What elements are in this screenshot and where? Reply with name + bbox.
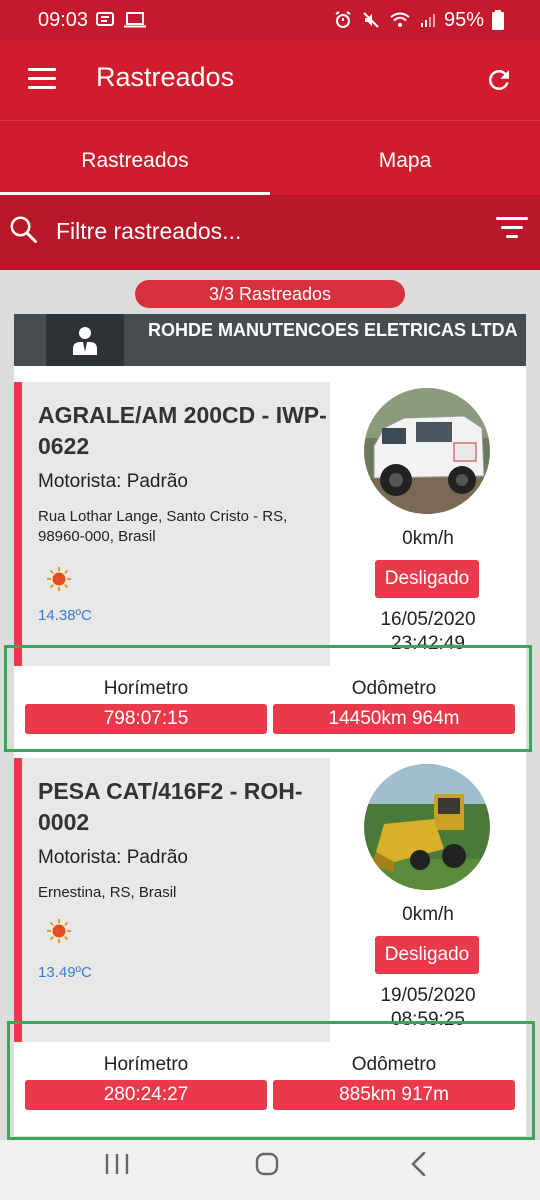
refresh-icon[interactable] — [484, 65, 514, 95]
vehicle-driver: Motorista: Padrão — [38, 471, 188, 492]
battery-icon — [492, 10, 504, 30]
vehicle-driver: Motorista: Padrão — [38, 847, 188, 868]
status-bar-left: 09:03 — [38, 8, 147, 32]
wifi-icon — [390, 12, 410, 27]
vehicle-photo — [364, 388, 490, 514]
status-time: 09:03 — [38, 8, 89, 31]
highlight-box — [7, 1021, 535, 1140]
tab-rastreados[interactable]: Rastreados — [0, 121, 270, 196]
vehicle-speed: 0km/h — [402, 904, 454, 925]
vehicle-status-badge: Desligado — [375, 560, 479, 598]
vehicle-address: Rua Lothar Lange, Santo Cristo - RS, 989… — [38, 508, 288, 545]
notification-icons — [96, 12, 147, 28]
search-bar — [0, 195, 540, 270]
vehicle-title: AGRALE/AM 200CD - IWP-0622 — [38, 402, 327, 459]
group-name: ROHDE MANUTENCOES ELETRICAS LTDA — [148, 320, 518, 340]
status-bar-right: 95% — [334, 9, 504, 32]
vehicle-info-panel: PESA CAT/416F2 - ROH-0002 Motorista: Pad… — [14, 758, 330, 1042]
vehicle-address: Ernestina, RS, Brasil — [38, 884, 177, 901]
vehicle-temperature: 14.38ºC — [38, 607, 92, 624]
battery-level: 95% — [443, 8, 484, 31]
back-icon[interactable] — [408, 1151, 430, 1177]
filter-icon[interactable] — [496, 217, 528, 243]
sun-icon — [47, 919, 71, 943]
system-nav-bar — [0, 1140, 540, 1200]
app-bar: Rastreados — [0, 40, 540, 120]
vehicle-temperature: 13.49ºC — [38, 964, 92, 981]
search-input[interactable] — [54, 213, 458, 249]
message-icon — [96, 12, 115, 26]
sun-icon — [47, 567, 71, 591]
vehicle-status-badge: Desligado — [375, 936, 479, 974]
page-title: Rastreados — [96, 62, 235, 92]
recent-apps-icon[interactable] — [104, 1153, 130, 1175]
tab-bar: Rastreados Mapa — [0, 120, 540, 196]
laptop-icon — [124, 12, 147, 28]
highlight-box — [4, 645, 532, 752]
vehicle-date: 16/05/2020 — [380, 609, 476, 630]
group-header[interactable]: ROHDE MANUTENCOES ELETRICAS LTDA — [14, 314, 526, 366]
signal-icon — [420, 14, 435, 27]
system-icons — [334, 11, 436, 29]
search-icon — [10, 216, 37, 243]
vehicle-speed: 0km/h — [402, 528, 454, 549]
group-avatar — [46, 314, 124, 366]
vehicle-info-panel: AGRALE/AM 200CD - IWP-0622 Motorista: Pa… — [14, 382, 330, 666]
vehicle-date: 19/05/2020 — [380, 985, 476, 1006]
alarm-icon — [335, 11, 351, 28]
person-icon — [73, 327, 97, 355]
hamburger-menu-icon[interactable] — [28, 68, 56, 90]
vehicle-photo — [364, 764, 490, 890]
vehicle-title: PESA CAT/416F2 - ROH-0002 — [38, 778, 303, 835]
tab-mapa[interactable]: Mapa — [270, 121, 540, 196]
home-icon[interactable] — [255, 1152, 279, 1176]
mute-icon — [363, 12, 379, 28]
status-bar: 09:03 95% — [0, 0, 540, 40]
tracked-count-badge: 3/3 Rastreados — [135, 280, 405, 308]
